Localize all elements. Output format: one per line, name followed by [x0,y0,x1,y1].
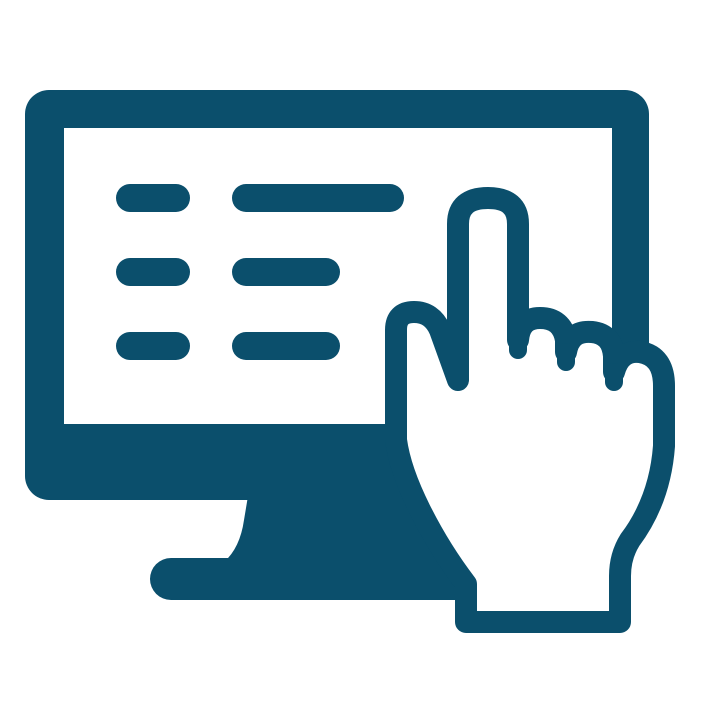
monitor-stand-base [150,558,480,600]
icon-canvas [0,0,701,701]
touch-screen-monitor-icon [25,90,675,633]
